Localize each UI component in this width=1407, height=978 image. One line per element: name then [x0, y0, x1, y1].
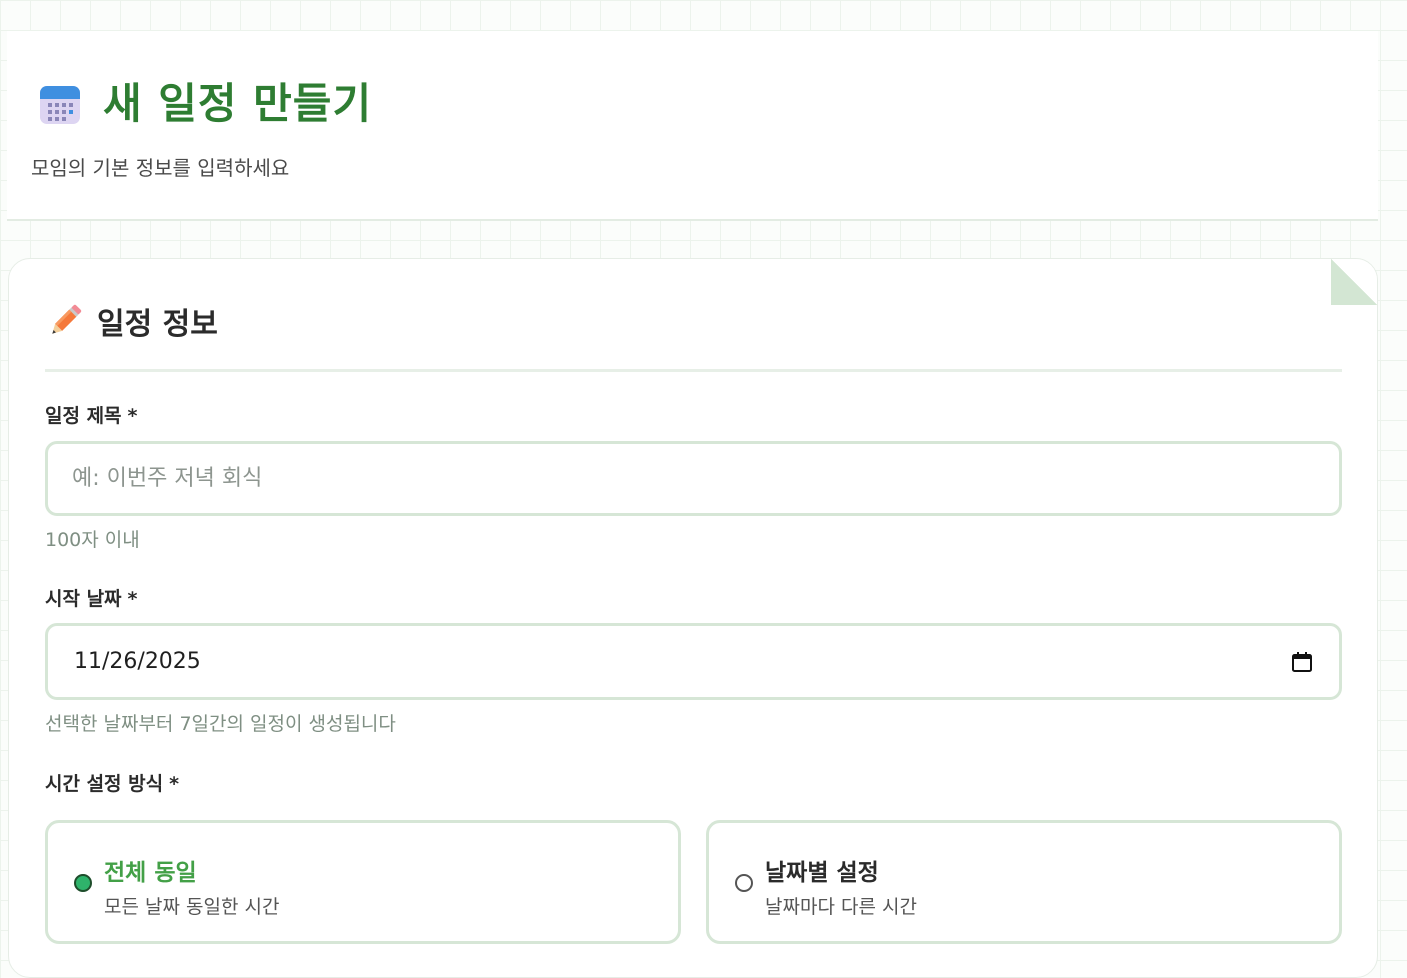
start-date-input[interactable]: 11/26/2025	[45, 623, 1342, 700]
time-mode-label: 시간 설정 방식 *	[45, 769, 179, 796]
required-mark: *	[169, 773, 180, 795]
section-title: 일정 정보	[97, 307, 218, 342]
start-date-help-text: 선택한 날짜부터 7일간의 일정이 생성됩니다	[45, 713, 396, 735]
corner-decoration	[1331, 259, 1377, 305]
section-divider	[45, 369, 1342, 372]
title-help-text: 100자 이내	[45, 529, 140, 551]
section-header: 일정 정보	[45, 297, 218, 345]
start-date-value: 11/26/2025	[74, 649, 201, 674]
title-field-label: 일정 제목 *	[45, 401, 137, 428]
time-mode-option-per-date[interactable]: 날짜별 설정 날짜마다 다른 시간	[706, 820, 1342, 944]
title-input[interactable]	[45, 441, 1342, 516]
required-mark: *	[127, 588, 138, 610]
page-header: 새 일정 만들기 모임의 기본 정보를 입력하세요	[7, 31, 1378, 221]
calendar-picker-icon[interactable]	[1291, 651, 1313, 673]
start-date-label: 시작 날짜 *	[45, 584, 137, 611]
schedule-form-card: 일정 정보 일정 제목* 100자 이내 시작 날짜* 11/26/2025 선…	[8, 258, 1378, 978]
option-description: 날짜마다 다른 시간	[765, 896, 917, 918]
calendar-icon	[39, 83, 103, 125]
radio-unselected-icon[interactable]	[735, 874, 753, 892]
option-description: 모든 날짜 동일한 시간	[104, 896, 280, 918]
radio-selected-icon[interactable]	[74, 874, 92, 892]
title-label-text: 일정 제목	[45, 405, 122, 427]
option-title: 날짜별 설정	[765, 860, 879, 886]
page-title: 새 일정 만들기	[103, 79, 373, 128]
start-date-label-text: 시작 날짜	[45, 588, 122, 610]
required-mark: *	[127, 405, 138, 427]
pencil-icon	[45, 301, 97, 341]
time-mode-option-all-same[interactable]: 전체 동일 모든 날짜 동일한 시간	[45, 820, 681, 944]
option-title: 전체 동일	[104, 860, 197, 886]
page-subtitle: 모임의 기본 정보를 입력하세요	[31, 156, 290, 180]
page-title-row: 새 일정 만들기	[39, 79, 372, 129]
time-mode-label-text: 시간 설정 방식	[45, 773, 164, 795]
